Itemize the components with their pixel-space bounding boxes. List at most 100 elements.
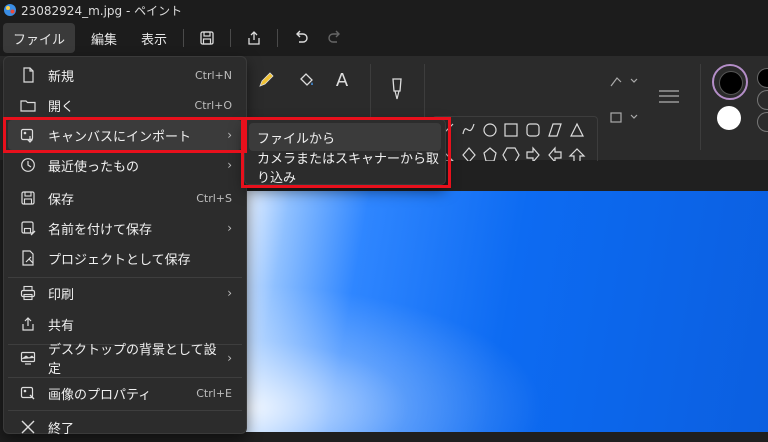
chevron-right-icon: › — [227, 158, 232, 172]
share-icon-button[interactable] — [237, 23, 271, 53]
chevron-right-icon: › — [227, 286, 232, 300]
menu-item-label: 名前を付けて保存 — [48, 222, 153, 238]
menu-item-recent[interactable]: 最近使ったもの › — [8, 150, 242, 180]
printer-icon — [18, 283, 38, 303]
import-submenu: ファイルから カメラまたはスキャナーから取り込み — [244, 119, 446, 186]
size-button[interactable] — [654, 82, 684, 112]
image-properties-icon — [18, 383, 38, 403]
menubar-divider — [183, 29, 185, 47]
line-size-icon — [659, 90, 679, 103]
undo-button[interactable] — [284, 23, 318, 53]
paint-app-icon — [4, 4, 16, 16]
menu-item-save-as-project[interactable]: プロジェクトとして保存 — [8, 243, 242, 273]
palette-color-empty[interactable] — [757, 112, 768, 132]
outline-style-button[interactable] — [606, 70, 642, 92]
menu-item-label: 新規 — [48, 69, 75, 85]
folder-icon — [18, 95, 38, 115]
menu-edit[interactable]: 編集 — [81, 23, 127, 53]
menu-item-image-properties[interactable]: 画像のプロパティ Ctrl+E — [8, 378, 242, 408]
menu-view[interactable]: 表示 — [131, 23, 177, 53]
palette-color-empty[interactable] — [757, 90, 768, 110]
brush-tool[interactable] — [384, 74, 410, 106]
close-icon — [18, 417, 38, 437]
menubar-divider — [277, 29, 279, 47]
menu-item-save[interactable]: 保存 Ctrl+S — [8, 183, 242, 213]
window-title: 23082924_m.jpg - ペイント — [21, 3, 183, 18]
text-tool[interactable]: A — [330, 68, 354, 92]
menu-file[interactable]: ファイル — [3, 23, 76, 53]
brush-icon — [392, 78, 402, 100]
redo-button[interactable] — [318, 23, 352, 53]
left-arrow-shape-icon — [548, 146, 562, 164]
fill-tool[interactable] — [294, 68, 318, 92]
fill-style-icon — [610, 112, 638, 123]
fill-style-button[interactable] — [606, 106, 642, 128]
redo-icon — [328, 30, 341, 43]
outline-icon — [610, 77, 638, 87]
menu-item-print[interactable]: 印刷 › — [8, 278, 242, 308]
rounded-rectangle-shape-icon — [526, 123, 540, 137]
share-icon — [248, 31, 260, 45]
menu-item-set-as-desktop-background[interactable]: デスクトップの背景として設定 › — [8, 343, 242, 377]
menu-item-open[interactable]: 開く Ctrl+O — [8, 90, 242, 120]
menu-item-label: デスクトップの背景として設定 — [48, 343, 217, 377]
menu-item-exit[interactable]: 終了 — [8, 412, 242, 442]
secondary-color-swatch[interactable] — [717, 106, 741, 130]
polygon-shape-icon — [548, 123, 562, 137]
save-as-icon — [18, 218, 38, 238]
chevron-right-icon: › — [227, 221, 232, 235]
menu-item-label: 最近使ったもの — [48, 159, 140, 175]
project-save-icon — [18, 248, 38, 268]
import-image-icon — [18, 125, 38, 145]
chevron-right-icon: › — [227, 128, 232, 142]
menu-item-label: 印刷 — [48, 287, 75, 303]
rectangle-shape-icon — [504, 123, 518, 137]
file-menu-dropdown: 新規 Ctrl+N 開く Ctrl+O キャンバスにインポート › 最近使ったも… — [3, 56, 247, 437]
menubar-divider — [230, 29, 232, 47]
pencil-tool[interactable] — [254, 68, 278, 92]
menu-item-label: プロジェクトとして保存 — [48, 252, 191, 268]
submenu-item-from-camera-or-scanner[interactable]: カメラまたはスキャナーから取り込み — [249, 152, 441, 186]
desktop-icon — [18, 348, 38, 368]
hexagon-shape-icon — [502, 147, 520, 163]
right-arrow-shape-icon — [526, 146, 540, 164]
clock-icon — [18, 155, 38, 175]
shortcut-label: Ctrl+S — [196, 191, 232, 205]
menu-item-save-as[interactable]: 名前を付けて保存 › — [8, 213, 242, 243]
sky-image — [246, 191, 768, 432]
save-icon — [200, 31, 214, 45]
menu-item-share[interactable]: 共有 — [8, 309, 242, 339]
save-icon — [18, 188, 38, 208]
undo-icon — [296, 30, 308, 43]
menu-item-import-to-canvas[interactable]: キャンバスにインポート › — [8, 120, 242, 150]
primary-color-swatch[interactable] — [712, 64, 748, 100]
title-bar: 23082924_m.jpg - ペイント — [0, 0, 768, 20]
shortcut-label: Ctrl+N — [194, 68, 232, 82]
diamond-shape-icon — [462, 147, 476, 163]
ribbon-divider — [700, 64, 701, 150]
fill-bucket-icon — [300, 73, 313, 86]
pentagon-shape-icon — [483, 147, 497, 162]
chevron-right-icon: › — [227, 351, 232, 365]
triangle-shape-icon — [570, 122, 584, 137]
pencil-icon — [259, 72, 274, 87]
menu-item-label: 共有 — [48, 318, 75, 334]
palette-color-black[interactable] — [757, 68, 768, 88]
shortcut-label: Ctrl+O — [194, 98, 232, 112]
save-icon-button[interactable] — [190, 23, 224, 53]
primary-color-fill — [719, 71, 743, 95]
menu-separator — [8, 410, 242, 411]
menu-bar: ファイル 編集 表示 — [0, 20, 768, 56]
menu-item-new[interactable]: 新規 Ctrl+N — [8, 60, 242, 90]
new-file-icon — [18, 65, 38, 85]
menu-item-label: キャンバスにインポート — [48, 129, 192, 145]
shortcut-label: Ctrl+E — [196, 386, 232, 400]
curve-shape-icon — [462, 123, 475, 135]
share-icon — [18, 314, 38, 334]
submenu-item-from-file[interactable]: ファイルから — [249, 123, 441, 151]
menu-item-label: 終了 — [48, 421, 75, 437]
menu-item-label: 保存 — [48, 192, 75, 208]
oval-shape-icon — [483, 123, 497, 137]
image-canvas[interactable] — [246, 191, 768, 432]
menu-item-label: 画像のプロパティ — [48, 387, 152, 403]
